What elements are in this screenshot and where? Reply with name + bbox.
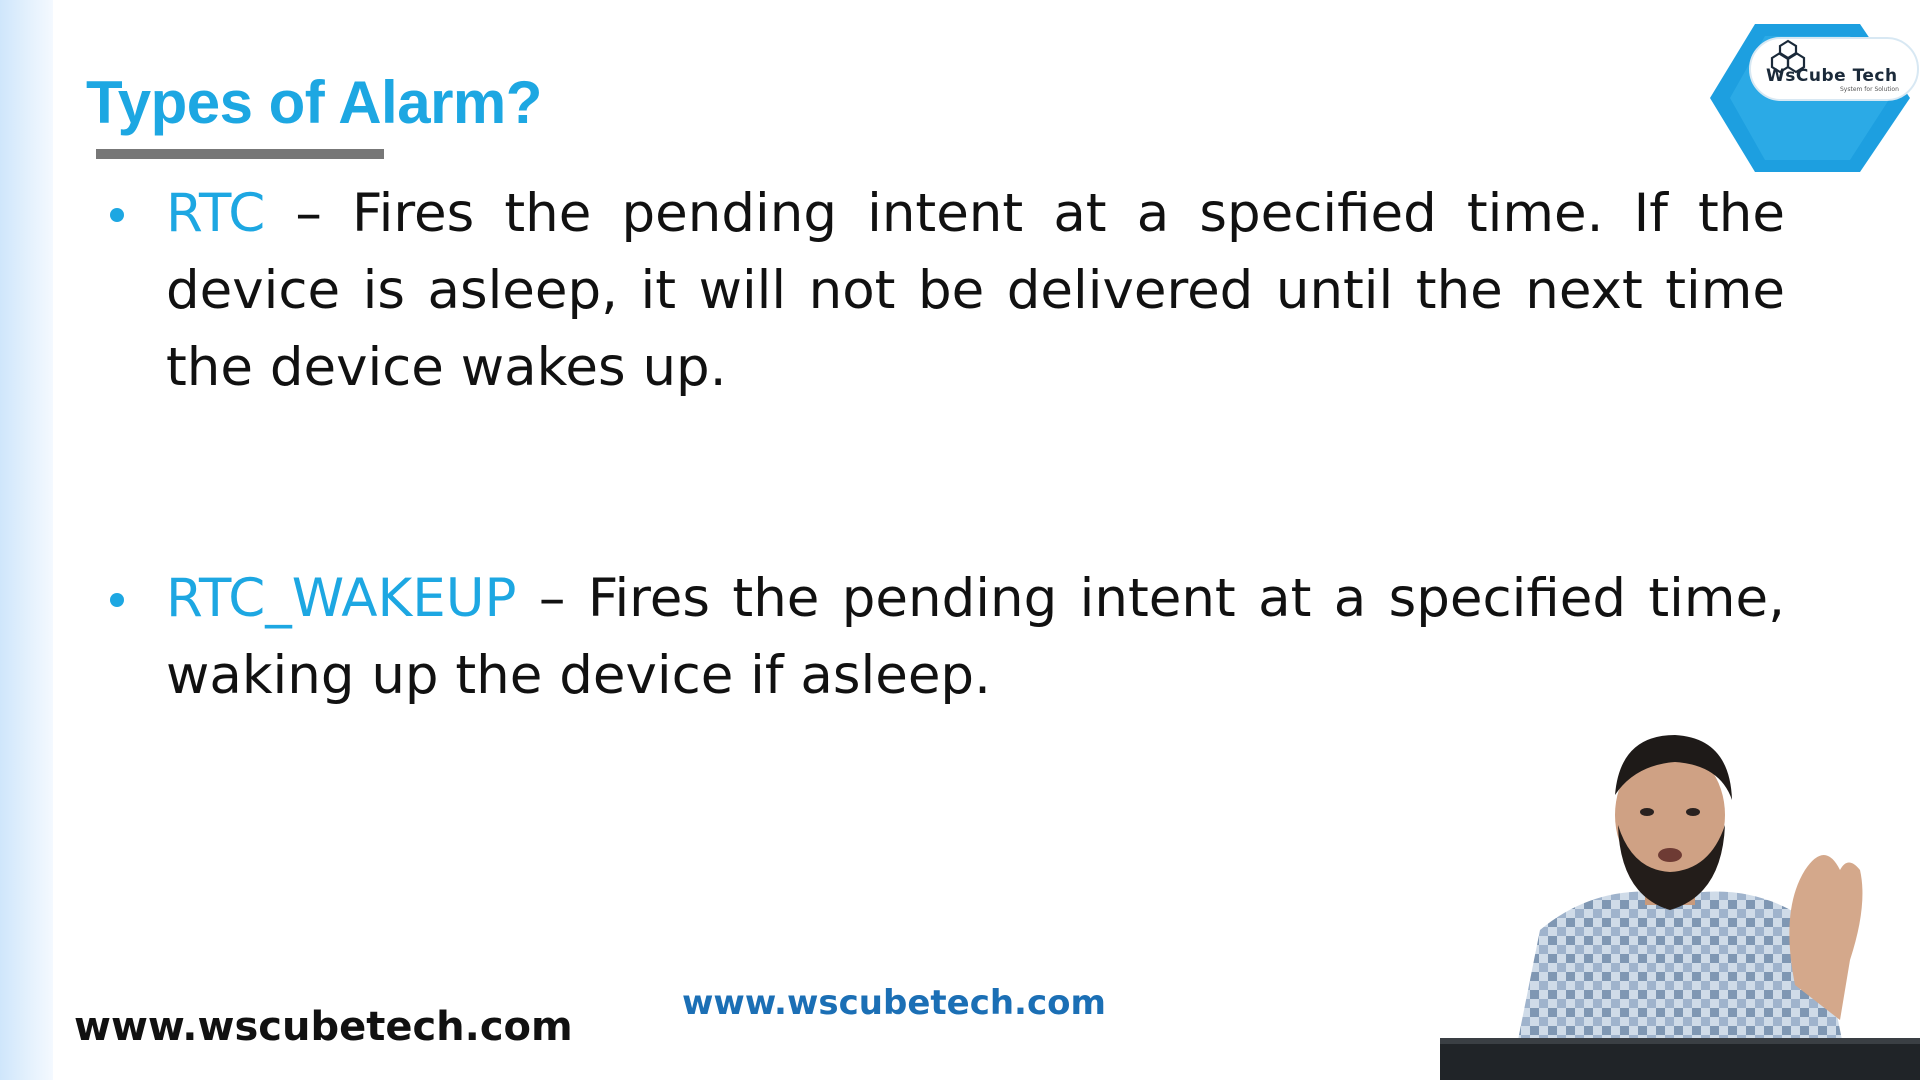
bullet-item-rtc: RTC – Fires the pending intent at a spec… <box>110 175 1785 406</box>
presenter-video-image <box>1440 735 1920 1080</box>
bullet-dot-icon <box>110 208 124 222</box>
bullet-separator: – <box>516 568 588 629</box>
bullet-term: RTC_WAKEUP <box>166 568 517 629</box>
slide-title: Types of Alarm? <box>86 69 542 136</box>
logo-name: WsCube Tech <box>1766 66 1898 86</box>
bullet-description: Fires the pending intent at a specified … <box>166 183 1785 398</box>
bullet-separator: – <box>265 183 353 244</box>
left-accent-bar <box>0 0 53 1080</box>
bullet-term: RTC <box>166 183 266 244</box>
bullet-item-rtc-wakeup: RTC_WAKEUP – Fires the pending intent at… <box>110 560 1785 714</box>
wscube-logo-icon <box>1710 24 1919 172</box>
title-underline <box>96 149 384 159</box>
bullet-list: RTC – Fires the pending intent at a spec… <box>110 175 1785 714</box>
footer-url-left: www.wscubetech.com <box>74 1004 573 1050</box>
footer-url-center: www.wscubetech.com <box>682 983 1106 1023</box>
logo-tagline: System for Solution <box>1840 86 1899 93</box>
bullet-dot-icon <box>110 593 124 607</box>
